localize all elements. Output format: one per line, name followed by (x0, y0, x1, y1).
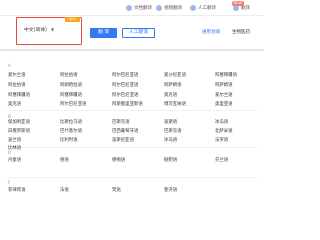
language-option[interactable]: 白俄罗斯语 (8, 129, 30, 135)
language-option[interactable]: 巴什基尔语 (60, 129, 82, 135)
language-option[interactable]: 阿拉伯语 (60, 73, 78, 79)
language-option[interactable]: 波兰语 (8, 138, 21, 144)
language-option[interactable]: 法语 (60, 188, 69, 194)
language-option[interactable]: 保加利亚语 (8, 120, 30, 126)
language-option[interactable]: 比林语 (8, 146, 21, 152)
language-option[interactable]: 爱尔兰语 (215, 93, 233, 99)
language-option[interactable]: 巴斯克语 (112, 120, 130, 126)
language-option[interactable]: 法罗语 (215, 138, 228, 144)
language-option[interactable]: 阿姆哈拉语 (60, 83, 82, 89)
language-option[interactable]: 丹麦语 (8, 158, 21, 164)
language-option[interactable]: 梵语 (112, 188, 121, 194)
language-option[interactable]: 阿斯图里亚斯语 (112, 102, 143, 108)
language-option[interactable]: 阿尔巴尼亚语 (112, 73, 138, 79)
language-option[interactable]: 北萨米语 (215, 129, 233, 135)
language-option[interactable]: 阿塞拜疆语 (60, 93, 82, 99)
language-option[interactable]: 德语 (60, 158, 69, 164)
language-option[interactable]: 鞑靼语 (164, 158, 177, 164)
language-option[interactable]: 巴西葡萄牙语 (112, 129, 138, 135)
language-option[interactable]: 爱沙尼亚语 (164, 73, 186, 79)
language-option[interactable]: 芬兰语 (215, 158, 228, 164)
language-option[interactable]: 阿拉伯语 (8, 83, 26, 89)
language-option[interactable]: 冰岛语 (215, 120, 228, 126)
language-option[interactable]: 奥里亚语 (215, 102, 233, 108)
language-option[interactable]: 阿尔巴尼亚语 (112, 83, 138, 89)
language-option[interactable]: 比斯拉马语 (60, 120, 82, 126)
language-grid: 爱尔兰语 阿拉伯语 阿塞拜疆语 奥克语 保加利亚语 白俄罗斯语 波兰语 比林语 … (0, 0, 264, 200)
language-option[interactable]: 阿萨姆语 (164, 83, 182, 89)
language-option[interactable]: 菲律宾语 (8, 188, 26, 194)
language-option[interactable]: 巴斯克语 (164, 129, 182, 135)
language-option[interactable]: 爱尔兰语 (8, 73, 26, 79)
language-option[interactable]: 阿萨姆语 (215, 83, 233, 89)
language-option[interactable]: 阿尔巴尼亚语 (112, 93, 138, 99)
language-option[interactable]: 阿塞拜疆语 (8, 93, 30, 99)
language-option[interactable]: 波斯语 (164, 120, 177, 126)
language-option[interactable]: 波斯尼亚语 (112, 138, 134, 144)
language-option[interactable]: 斐济语 (164, 188, 177, 194)
language-option[interactable]: 阿塞拜疆语 (215, 73, 237, 79)
language-option[interactable]: 奥克语 (8, 102, 21, 108)
language-option[interactable]: 冰岛语 (164, 138, 177, 144)
language-option[interactable]: 比利时语 (60, 138, 78, 144)
language-option[interactable]: 奥克语 (164, 93, 177, 99)
language-option[interactable]: 德顿语 (112, 158, 125, 164)
language-option[interactable]: 阿尔巴尼亚语 (60, 102, 86, 108)
language-option[interactable]: 博茨瓦纳语 (164, 102, 186, 108)
